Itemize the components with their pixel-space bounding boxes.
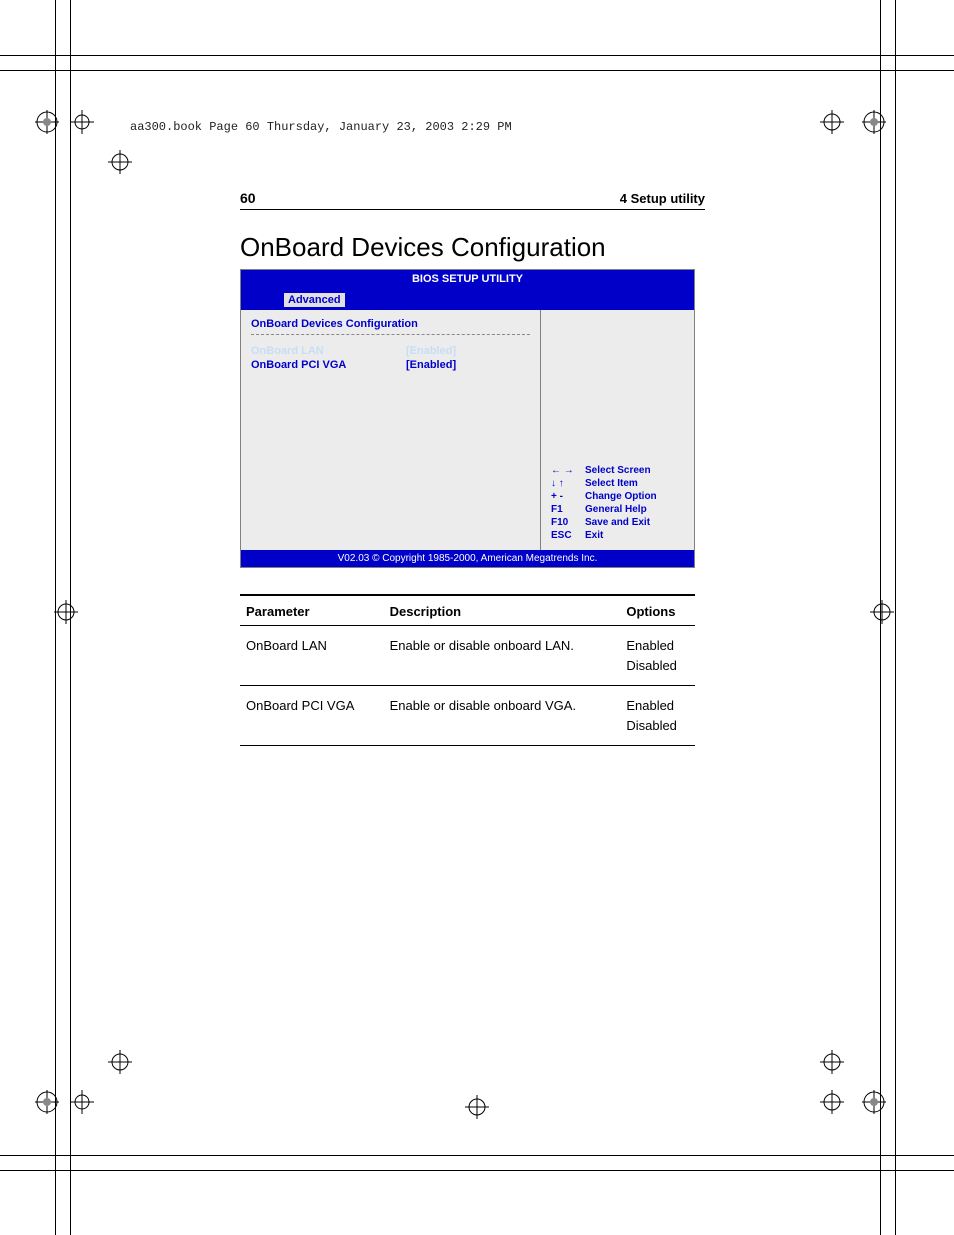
key-esc: ESC xyxy=(551,529,585,542)
registration-mark-icon xyxy=(820,1090,844,1114)
col-description: Description xyxy=(384,595,621,626)
cell-opts: Enabled Disabled xyxy=(620,626,695,686)
bios-item-label: OnBoard PCI VGA xyxy=(251,359,406,371)
cell-desc: Enable or disable onboard LAN. xyxy=(384,626,621,686)
bios-tab-advanced[interactable]: Advanced xyxy=(283,292,346,308)
key-f10: F10 xyxy=(551,516,585,529)
bios-item-onboard-lan[interactable]: OnBoard LAN [Enabled] xyxy=(251,345,530,357)
registration-mark-icon xyxy=(465,1095,489,1119)
bios-left-pane: OnBoard Devices Configuration OnBoard LA… xyxy=(241,310,541,550)
cell-desc: Enable or disable onboard VGA. xyxy=(384,686,621,746)
key-plus-minus-icon: + - xyxy=(551,490,585,503)
registration-mark-icon xyxy=(820,1050,844,1074)
help-text: Save and Exit xyxy=(585,516,686,529)
bios-item-value: [Enabled] xyxy=(406,345,530,357)
bios-footer: V02.03 © Copyright 1985-2000, American M… xyxy=(241,550,694,567)
key-arrow-ud-icon: ↓ ↑ xyxy=(551,477,585,490)
crop-line xyxy=(0,1155,954,1156)
bios-menubar: Advanced xyxy=(241,288,694,310)
help-text: Select Item xyxy=(585,477,686,490)
page-header: 60 4 Setup utility xyxy=(240,190,705,210)
bios-setup-screenshot: BIOS SETUP UTILITY Advanced OnBoard Devi… xyxy=(240,269,695,568)
registration-mark-icon xyxy=(35,1090,59,1114)
parameter-table: Parameter Description Options OnBoard LA… xyxy=(240,594,695,746)
bios-right-pane: ← →Select Screen ↓ ↑Select Item + -Chang… xyxy=(541,310,694,550)
bios-item-label: OnBoard LAN xyxy=(251,345,406,357)
col-parameter: Parameter xyxy=(240,595,384,626)
key-f1: F1 xyxy=(551,503,585,516)
table-row: OnBoard PCI VGA Enable or disable onboar… xyxy=(240,686,695,746)
crop-line xyxy=(0,1170,954,1171)
registration-mark-icon xyxy=(54,600,78,624)
col-options: Options xyxy=(620,595,695,626)
file-info-line: aa300.book Page 60 Thursday, January 23,… xyxy=(130,120,512,134)
registration-mark-icon xyxy=(35,110,59,134)
help-text: General Help xyxy=(585,503,686,516)
registration-mark-icon xyxy=(70,1090,94,1114)
page-number: 60 xyxy=(240,190,256,206)
help-text: Select Screen xyxy=(585,464,686,477)
cell-param: OnBoard LAN xyxy=(240,626,384,686)
help-text: Exit xyxy=(585,529,686,542)
crop-line xyxy=(895,0,896,1235)
bios-item-onboard-pci-vga[interactable]: OnBoard PCI VGA [Enabled] xyxy=(251,359,530,371)
bios-help-keys: ← →Select Screen ↓ ↑Select Item + -Chang… xyxy=(551,464,686,542)
registration-mark-icon xyxy=(862,110,886,134)
key-arrow-lr-icon: ← → xyxy=(551,464,585,477)
page-title: OnBoard Devices Configuration xyxy=(240,232,705,263)
registration-mark-icon xyxy=(108,1050,132,1074)
chapter-name: 4 Setup utility xyxy=(620,191,705,206)
divider xyxy=(251,334,530,335)
crop-line xyxy=(0,55,954,56)
cell-opts: Enabled Disabled xyxy=(620,686,695,746)
bios-section-title: OnBoard Devices Configuration xyxy=(251,318,530,330)
registration-mark-icon xyxy=(820,110,844,134)
bios-titlebar: BIOS SETUP UTILITY xyxy=(241,270,694,288)
registration-mark-icon xyxy=(108,150,132,174)
crop-line xyxy=(0,70,954,71)
help-text: Change Option xyxy=(585,490,686,503)
table-row: OnBoard LAN Enable or disable onboard LA… xyxy=(240,626,695,686)
cell-param: OnBoard PCI VGA xyxy=(240,686,384,746)
bios-item-value: [Enabled] xyxy=(406,359,530,371)
registration-mark-icon xyxy=(70,110,94,134)
registration-mark-icon xyxy=(870,600,894,624)
registration-mark-icon xyxy=(862,1090,886,1114)
